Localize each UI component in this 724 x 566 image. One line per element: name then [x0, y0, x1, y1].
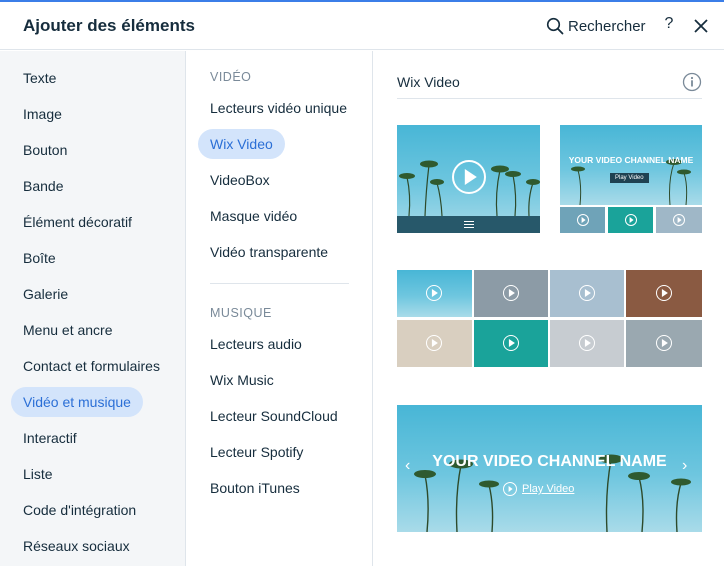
grid-tile-6 [474, 320, 548, 367]
category-item-boite[interactable]: Boîte [11, 243, 68, 273]
sub-item-masque-video[interactable]: Masque vidéo [198, 201, 309, 231]
close-icon[interactable] [692, 17, 710, 35]
play-icon [503, 335, 519, 351]
grid-tile-2 [474, 270, 548, 317]
sub-item-bouton-itunes[interactable]: Bouton iTunes [198, 473, 312, 503]
category-item-galerie[interactable]: Galerie [11, 279, 80, 309]
strip-tile-2 [608, 207, 653, 233]
sub-item-lecteurs-video-unique[interactable]: Lecteurs vidéo unique [198, 93, 359, 123]
sub-item-lecteur-spotify[interactable]: Lecteur Spotify [198, 437, 315, 467]
sub-item-lecteurs-audio[interactable]: Lecteurs audio [198, 329, 314, 359]
preset-channel-strip[interactable]: YOUR VIDEO CHANNEL NAME Play Video [560, 125, 702, 233]
preset-video-grid[interactable] [397, 270, 702, 367]
play-icon [426, 285, 442, 301]
category-item-code-integration[interactable]: Code d'intégration [11, 495, 148, 525]
player-bottom-bar [397, 216, 540, 233]
section-title-musique: MUSIQUE [210, 306, 272, 320]
category-item-reseaux-sociaux[interactable]: Réseaux sociaux [11, 531, 142, 561]
play-icon [656, 285, 672, 301]
category-item-video-musique[interactable]: Vidéo et musique [11, 387, 143, 417]
grid-tile-3 [550, 270, 624, 317]
help-icon[interactable]: ? [661, 15, 677, 37]
sub-item-wix-video[interactable]: Wix Video [198, 129, 285, 159]
panel-title: Ajouter des éléments [23, 16, 195, 35]
palm-trees-image [571, 159, 691, 205]
subcategory-list: VIDÉO Lecteurs vidéo unique Wix Video Vi… [186, 51, 373, 566]
panel-header: Ajouter des éléments Rechercher ? [0, 2, 724, 50]
play-icon [577, 214, 589, 226]
category-item-menu-ancre[interactable]: Menu et ancre [11, 315, 125, 345]
play-icon [426, 335, 442, 351]
search-label: Rechercher [568, 17, 646, 35]
category-item-liste[interactable]: Liste [11, 459, 65, 489]
section-title-video: VIDÉO [210, 70, 252, 84]
play-icon [579, 335, 595, 351]
strip-tile-1 [560, 207, 605, 233]
preset-single-player[interactable] [397, 125, 540, 233]
sub-item-videobox[interactable]: VideoBox [198, 165, 282, 195]
preview-heading: Wix Video [397, 74, 460, 90]
play-video-small: Play Video [610, 173, 649, 183]
grid-tile-4 [626, 270, 702, 317]
play-icon [503, 482, 517, 496]
category-item-image[interactable]: Image [11, 99, 74, 129]
section-divider [210, 283, 349, 284]
channel-name-large: YOUR VIDEO CHANNEL NAME [432, 453, 667, 470]
category-sidebar: Texte Image Bouton Bande Élément décorat… [0, 51, 186, 566]
sub-item-video-transparente[interactable]: Vidéo transparente [198, 237, 340, 267]
preset-slider-banner[interactable]: ‹ › YOUR VIDEO CHANNEL NAME Play Video [397, 405, 702, 532]
info-icon[interactable] [682, 72, 702, 92]
grid-tile-1 [397, 270, 472, 317]
grid-tile-7 [550, 320, 624, 367]
preview-panel: Wix Video YOUR VIDEO CHANNEL NAME Play V… [373, 51, 724, 566]
search-icon [546, 17, 564, 35]
heading-divider [397, 98, 702, 99]
category-item-bande[interactable]: Bande [11, 171, 75, 201]
play-icon [625, 214, 637, 226]
play-icon [452, 160, 486, 194]
play-icon [673, 214, 685, 226]
play-icon [503, 285, 519, 301]
category-item-interactif[interactable]: Interactif [11, 423, 89, 453]
category-item-texte[interactable]: Texte [11, 63, 68, 93]
play-video-link: Play Video [503, 482, 574, 496]
search-button[interactable]: Rechercher [546, 14, 646, 38]
channel-hero: YOUR VIDEO CHANNEL NAME Play Video [560, 125, 702, 205]
play-video-large-label: Play Video [522, 483, 575, 495]
category-item-bouton[interactable]: Bouton [11, 135, 79, 165]
strip-tile-3 [656, 207, 702, 233]
play-icon [656, 335, 672, 351]
category-item-element-decoratif[interactable]: Élément décoratif [11, 207, 144, 237]
sub-item-wix-music[interactable]: Wix Music [198, 365, 286, 395]
sub-item-lecteur-soundcloud[interactable]: Lecteur SoundCloud [198, 401, 350, 431]
category-item-contact-formulaires[interactable]: Contact et formulaires [11, 351, 172, 381]
grid-tile-8 [626, 320, 702, 367]
channel-name-small: YOUR VIDEO CHANNEL NAME [568, 155, 694, 165]
grid-tile-5 [397, 320, 472, 367]
play-icon [579, 285, 595, 301]
menu-icon [463, 221, 474, 228]
